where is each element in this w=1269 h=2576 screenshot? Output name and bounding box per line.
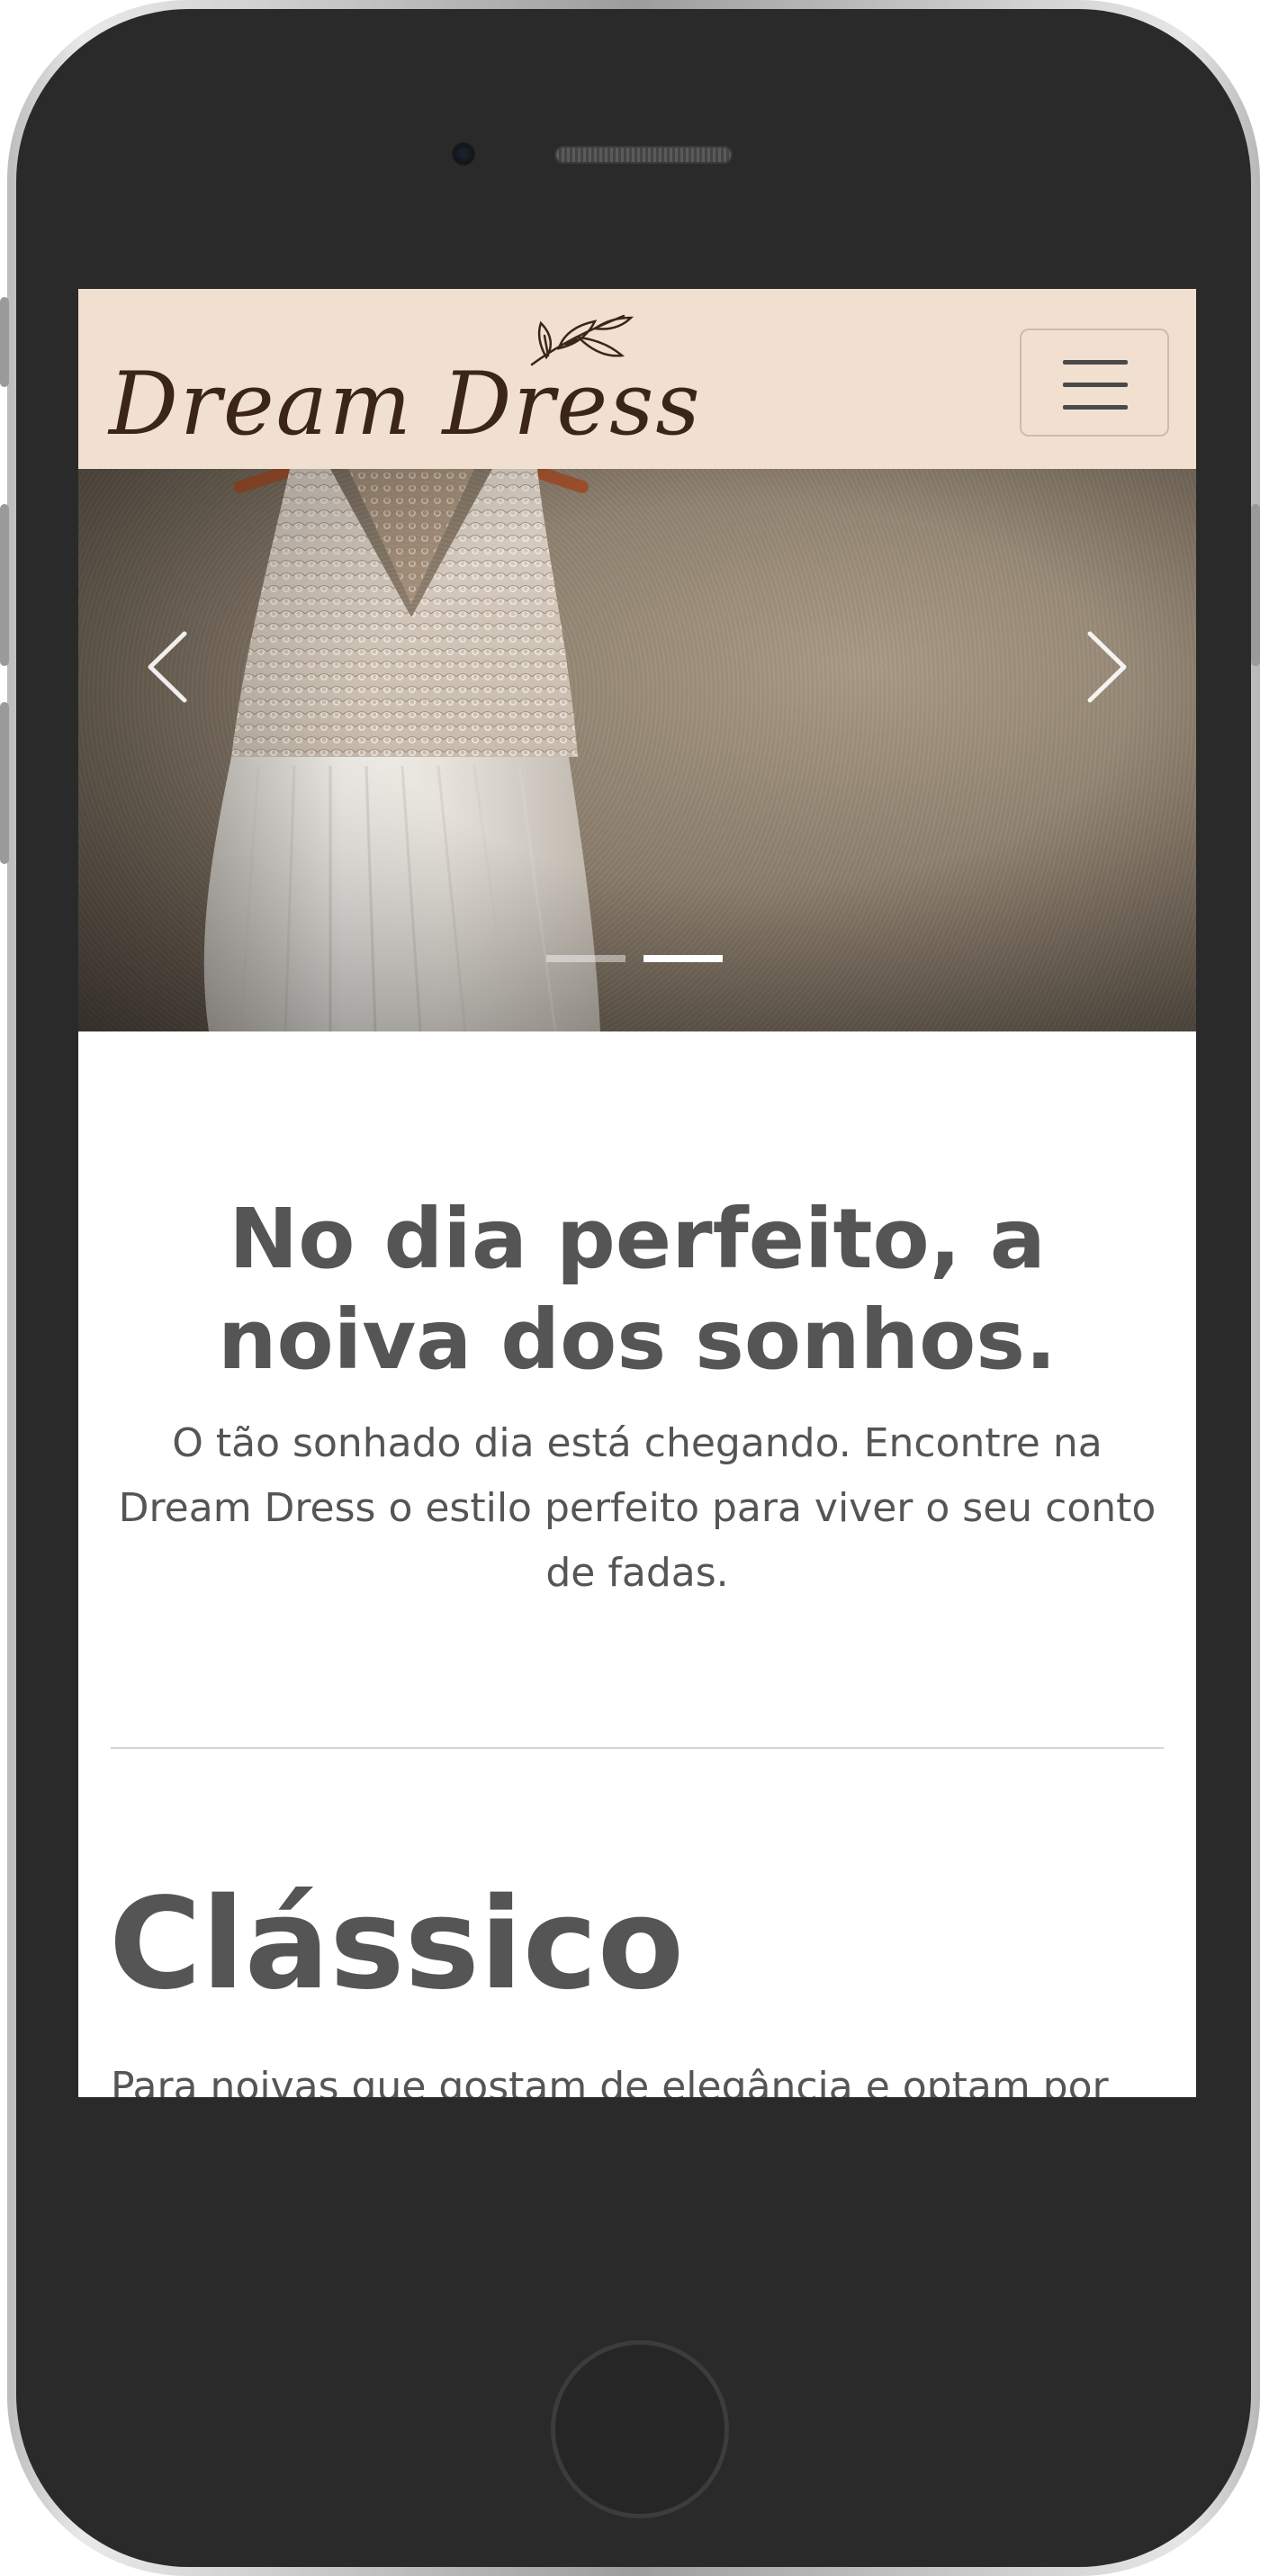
earpiece-speaker <box>554 146 733 164</box>
hamburger-icon-bar-bottom <box>1063 405 1128 410</box>
chevron-right-icon <box>1087 631 1127 703</box>
hero-carousel <box>78 469 1196 1031</box>
carousel-indicators <box>546 955 723 964</box>
section-text: Para noivas que gostam de elegância e op… <box>111 2064 1109 2097</box>
carousel-prev-button[interactable] <box>132 626 204 707</box>
navbar: Dream Dress <box>78 289 1196 469</box>
carousel-next-button[interactable] <box>1070 626 1142 707</box>
power-button <box>1251 504 1260 666</box>
brand-logo[interactable]: Dream Dress <box>109 309 700 462</box>
screen: Dream Dress No dia perfeito, a noiva dos… <box>78 289 1196 2097</box>
volume-up-button <box>0 504 9 666</box>
logo-wordmark: Dream Dress <box>109 354 702 455</box>
section-title: Clássico <box>109 1871 685 2018</box>
hero-headline: No dia perfeito, a noiva dos sonhos. <box>217 1191 1058 1388</box>
volume-down-button <box>0 702 9 864</box>
section-divider <box>111 1747 1164 1749</box>
front-camera <box>452 142 475 166</box>
phone-frame: Dream Dress No dia perfeito, a noiva dos… <box>0 0 1260 2576</box>
carousel-indicator-2[interactable] <box>644 955 723 962</box>
chevron-left-icon <box>148 631 187 703</box>
home-button[interactable] <box>551 2340 729 2518</box>
carousel-indicator-1[interactable] <box>546 955 626 962</box>
hamburger-icon-bar-top <box>1063 360 1128 365</box>
phone-body: Dream Dress No dia perfeito, a noiva dos… <box>16 9 1251 2567</box>
hero-text: O tão sonhado dia está chegando. Encontr… <box>118 1420 1156 1596</box>
hamburger-icon-bar-middle <box>1063 383 1128 387</box>
mute-switch <box>0 297 9 387</box>
menu-toggle-button[interactable] <box>1020 329 1169 437</box>
